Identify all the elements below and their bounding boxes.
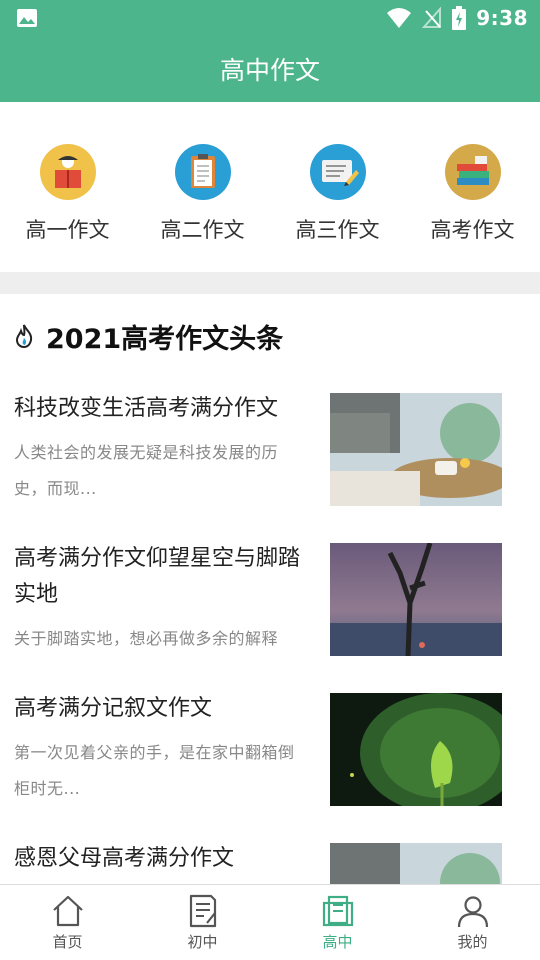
tab-label: 首页	[52, 933, 83, 951]
category-label: 高二作文	[160, 218, 245, 242]
no-signal-icon	[422, 7, 442, 28]
writing-board-icon	[309, 144, 366, 200]
reading-person-icon	[39, 144, 96, 200]
tab-high-school[interactable]: 高中	[270, 885, 405, 960]
category-grade-2[interactable]: 高二作文	[135, 102, 270, 272]
book-icon	[322, 895, 353, 927]
article-title: 高考满分记叙文作文	[14, 696, 213, 721]
document-icon	[189, 894, 216, 928]
category-label: 高三作文	[295, 218, 380, 242]
article-list: 科技改变生活高考满分作文 人类社会的发展无疑是科技发展的历史，而现... 高考满…	[0, 375, 540, 960]
tab-home[interactable]: 首页	[0, 885, 135, 960]
clipboard-icon	[174, 144, 231, 200]
status-bar: 9:38	[0, 0, 540, 36]
category-grade-3[interactable]: 高三作文	[270, 102, 405, 272]
category-grid: 高一作文 高二作文 高三作文 高考作文	[0, 102, 540, 272]
user-icon	[457, 896, 488, 928]
tab-label: 初中	[187, 933, 218, 951]
article-thumbnail	[330, 543, 502, 656]
article-summary: 关于脚踏实地，想必再做多余的解释	[14, 629, 279, 648]
section-title: 2021高考作文头条	[46, 323, 284, 355]
app-bar: 高中作文	[0, 36, 540, 102]
article-thumbnail	[330, 693, 502, 806]
article-thumbnail	[330, 393, 502, 506]
category-label: 高一作文	[25, 218, 110, 242]
books-stack-icon	[444, 144, 501, 200]
category-gaokao[interactable]: 高考作文	[405, 102, 540, 272]
home-icon	[52, 895, 83, 927]
bottom-tab-bar: 首页 初中 高中 我的	[0, 884, 540, 960]
tab-label: 我的	[457, 933, 488, 951]
wifi-icon	[387, 8, 412, 28]
article-item[interactable]: 科技改变生活高考满分作文 人类社会的发展无疑是科技发展的历史，而现...	[0, 375, 540, 525]
article-title: 高考满分作文仰望星空与脚踏实地	[14, 546, 301, 607]
section-divider	[0, 272, 540, 294]
article-item[interactable]: 高考满分记叙文作文 第一次见着父亲的手，是在家中翻箱倒柜时无...	[0, 675, 540, 825]
page-title: 高中作文	[219, 56, 320, 85]
article-item[interactable]: 高考满分作文仰望星空与脚踏实地 关于脚踏实地，想必再做多余的解释	[0, 525, 540, 675]
section-header: 2021高考作文头条	[14, 316, 283, 356]
flame-icon	[15, 324, 33, 348]
tab-label: 高中	[322, 933, 353, 951]
article-summary: 人类社会的发展无疑是科技发展的历史，而现...	[14, 443, 279, 498]
article-summary: 第一次见着父亲的手，是在家中翻箱倒柜时无...	[14, 743, 295, 798]
category-label: 高考作文	[430, 218, 515, 242]
category-grade-1[interactable]: 高一作文	[0, 102, 135, 272]
status-time: 9:38	[476, 6, 528, 30]
image-notification-icon	[17, 9, 37, 27]
tab-middle-school[interactable]: 初中	[135, 885, 270, 960]
article-title: 感恩父母高考满分作文	[14, 846, 235, 871]
battery-charging-icon	[452, 6, 467, 30]
tab-mine[interactable]: 我的	[405, 885, 540, 960]
article-title: 科技改变生活高考满分作文	[14, 396, 279, 421]
